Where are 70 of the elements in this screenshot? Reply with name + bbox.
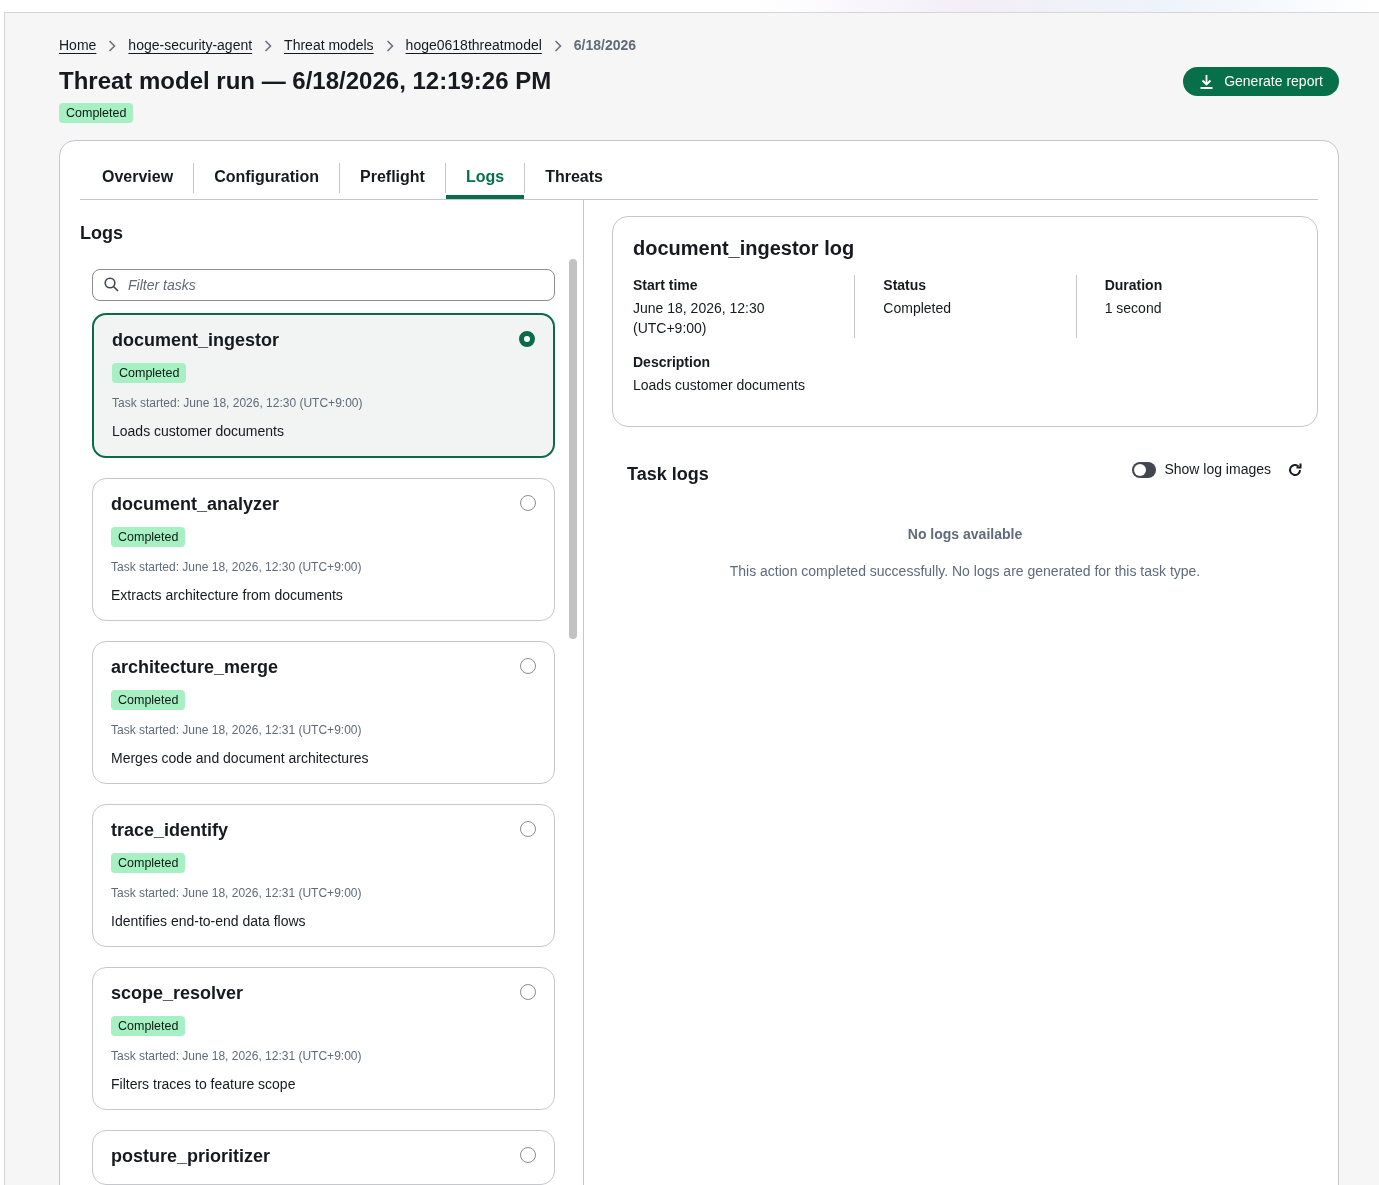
- task-description: Identifies end-to-end data flows: [111, 912, 307, 931]
- status-badge: Completed: [111, 690, 186, 710]
- breadcrumb-link[interactable]: hoge0618threatmodel: [405, 35, 542, 56]
- field-label: Duration: [1104, 276, 1164, 295]
- task-description: Filters traces to feature scope: [111, 1075, 297, 1094]
- field-label: Description: [633, 353, 711, 372]
- breadcrumb-link[interactable]: Home: [59, 35, 97, 56]
- task-started-text: Task started: June 18, 2026, 12:30 (UTC+9:00): [111, 559, 363, 576]
- generate-report-button[interactable]: Generate report: [1183, 67, 1339, 96]
- task-card[interactable]: trace_identify Completed Task started: June 18, 2026, 12:31 (UTC+9:00) Identifies end-to-end data flows: [92, 804, 555, 947]
- task-card[interactable]: document_analyzer Completed Task started: June 18, 2026, 12:30 (UTC+9:00) Extracts architecture from documents: [92, 478, 555, 621]
- status-badge: Completed: [111, 853, 186, 873]
- task-description: Merges code and document architectures: [111, 749, 370, 768]
- breadcrumb-link[interactable]: hoge-security-agent: [128, 35, 253, 56]
- breadcrumb-current: 6/18/2026: [573, 36, 637, 55]
- page-title: Threat model run — 6/18/2026, 12:19:26 PM: [59, 66, 552, 96]
- radio-button[interactable]: [520, 658, 536, 674]
- field-label: Status: [883, 276, 928, 295]
- task-started-text: Task started: June 18, 2026, 12:31 (UTC+9:00): [111, 1048, 363, 1065]
- field-label: Start time: [633, 276, 699, 295]
- search-icon: [104, 277, 119, 292]
- tab[interactable]: Logs: [445, 157, 525, 199]
- status-badge: Completed: [111, 527, 186, 547]
- task-name: architecture_merge: [111, 656, 279, 679]
- chevron-right-icon: [264, 39, 273, 52]
- logs-heading: Logs: [80, 222, 124, 245]
- toggle-label: Show log images: [1164, 460, 1271, 479]
- radio-button[interactable]: [520, 495, 536, 511]
- toggle-switch[interactable]: [1132, 461, 1157, 478]
- radio-button[interactable]: [519, 331, 535, 347]
- scrollbar[interactable]: [569, 259, 577, 639]
- breadcrumb-link[interactable]: Threat models: [284, 35, 374, 56]
- filter-field[interactable]: Filter tasks: [92, 269, 555, 301]
- task-description: Loads customer documents: [112, 422, 285, 441]
- task-started-text: Task started: June 18, 2026, 12:31 (UTC+9:00): [111, 885, 363, 902]
- radio-button[interactable]: [520, 821, 536, 837]
- task-name: document_ingestor: [112, 329, 280, 352]
- status-badge: Completed: [112, 363, 187, 383]
- radio-button[interactable]: [520, 984, 536, 1000]
- task-name: posture_prioritizer: [111, 1145, 271, 1168]
- task-started-text: Task started: June 18, 2026, 12:30 (UTC+9:00): [112, 395, 364, 412]
- chevron-right-icon: [385, 39, 394, 52]
- task-card[interactable]: document_ingestor Completed Task started: June 18, 2026, 12:30 (UTC+9:00) Loads customer documents: [92, 313, 555, 458]
- tab[interactable]: Threats: [525, 157, 623, 199]
- chevron-right-icon: [108, 39, 117, 52]
- status-badge: Completed: [59, 103, 134, 123]
- task-name: scope_resolver: [111, 982, 244, 1005]
- task-card[interactable]: scope_resolver Completed Task started: June 18, 2026, 12:31 (UTC+9:00) Filters traces to feature scope: [92, 967, 555, 1110]
- refresh-icon[interactable]: [1287, 461, 1303, 478]
- field-value: Loads customer documents: [633, 376, 806, 395]
- tab[interactable]: Configuration: [194, 157, 340, 199]
- field-value: Completed: [883, 299, 953, 318]
- tab[interactable]: Preflight: [340, 157, 445, 199]
- log-detail-title: document_ingestor log: [633, 236, 856, 261]
- task-card[interactable]: posture_prioritizer: [92, 1130, 555, 1185]
- status-badge: Completed: [111, 1016, 186, 1036]
- task-description: Extracts architecture from documents: [111, 586, 344, 605]
- task-logs-heading: Task logs: [627, 463, 709, 486]
- empty-state-text: This action completed successfully. No logs are generated for this task type.: [729, 562, 1201, 581]
- chevron-right-icon: [553, 39, 562, 52]
- task-card[interactable]: architecture_merge Completed Task started: June 18, 2026, 12:31 (UTC+9:00) Merges code and document architectures: [92, 641, 555, 784]
- tab[interactable]: Overview: [82, 157, 194, 199]
- download-icon: [1199, 74, 1215, 89]
- field-value: 1 second: [1104, 299, 1163, 318]
- radio-button[interactable]: [520, 1147, 536, 1163]
- task-name: trace_identify: [111, 819, 229, 842]
- task-started-text: Task started: June 18, 2026, 12:31 (UTC+9:00): [111, 722, 363, 739]
- field-value: June 18, 2026, 12:30 (UTC+9:00): [633, 299, 766, 338]
- empty-state-title: No logs available: [907, 525, 1023, 544]
- task-name: document_analyzer: [111, 493, 280, 516]
